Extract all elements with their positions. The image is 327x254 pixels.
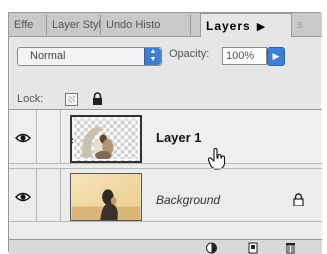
link-cell[interactable]: [37, 110, 83, 163]
link-cell[interactable]: [37, 169, 61, 221]
panel-menu-arrow-icon[interactable]: ▶: [257, 15, 266, 37]
layers-panel: Effe Layer Styl Undo Histo Layers ▶ s Nor…: [8, 12, 322, 254]
tab-layer-styles[interactable]: Layer Styl: [47, 15, 101, 35]
lock-label: Lock:: [17, 93, 44, 105]
tab-label: Layer Styl: [52, 19, 101, 31]
eye-icon[interactable]: [15, 133, 31, 143]
adjustment-layer-icon[interactable]: [205, 242, 218, 254]
tab-layers[interactable]: Layers ▶: [200, 13, 292, 37]
trash-icon[interactable]: [284, 242, 297, 254]
tab-bar: Effe Layer Styl Undo Histo Layers ▶ s: [9, 13, 322, 37]
layer-name[interactable]: Layer 1: [156, 130, 202, 145]
eye-icon[interactable]: [15, 192, 31, 202]
lock-all-icon[interactable]: [92, 92, 103, 105]
blend-mode-value: Normal: [30, 50, 66, 62]
layer-list: Layer 1 Background: [9, 109, 322, 238]
layer-row-background[interactable]: Background: [9, 168, 322, 222]
blend-mode-select[interactable]: Normal ▲ ▼: [17, 47, 162, 66]
visibility-cell[interactable]: [9, 169, 37, 221]
opacity-input[interactable]: 100%: [222, 47, 267, 65]
tab-effects[interactable]: Effe: [9, 15, 47, 35]
opacity-slider-arrow-icon[interactable]: ▶: [267, 47, 285, 66]
tab-label: Undo Histo: [106, 19, 161, 31]
layer-name[interactable]: Background: [156, 193, 220, 207]
tab-overflow[interactable]: s: [292, 15, 322, 35]
opacity-label: Opacity:: [169, 48, 210, 60]
hand-cursor-icon: [208, 148, 226, 170]
lock-icon: [293, 193, 304, 206]
lock-transparency-checkbox[interactable]: [65, 93, 78, 106]
tab-label: Layers: [206, 19, 251, 33]
background-thumbnail[interactable]: [70, 173, 142, 221]
tab-undo-history[interactable]: Undo Histo: [101, 15, 191, 35]
new-layer-icon[interactable]: [247, 242, 260, 254]
layer-1-thumbnail[interactable]: [70, 115, 142, 163]
tab-label: Effe: [14, 19, 34, 31]
tab-label: s: [297, 19, 303, 31]
layer-row-layer-1[interactable]: Layer 1: [9, 110, 322, 170]
visibility-cell[interactable]: [9, 110, 37, 163]
blend-mode-stepper-icon[interactable]: ▲ ▼: [144, 48, 161, 65]
